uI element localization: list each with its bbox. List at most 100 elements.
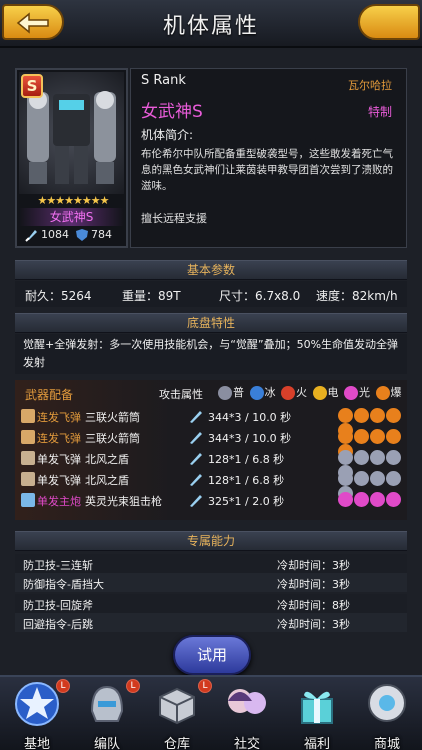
weapon-row[interactable]: 连发飞弹 三联火箭筒 344*3 / 10.0 秒 [15, 406, 407, 438]
normal-element-icon [370, 471, 385, 486]
ability-cooldown: 冷却时间：3秒 [277, 578, 350, 591]
sword-icon [190, 411, 202, 423]
nav-label: 基地 [23, 737, 50, 750]
ability-row: 防卫技-三连斩 冷却时间：3秒 [15, 554, 407, 573]
notification-badge: L [126, 679, 140, 693]
weapon-name: 北风之盾 [85, 474, 129, 487]
weapon-row[interactable]: 连发飞弹 三联火箭筒 344*3 / 10.0 秒 [15, 427, 407, 459]
missile-icon [21, 451, 35, 465]
sword-icon [190, 453, 202, 465]
attack-attribute-label: 攻击属性 [159, 388, 203, 401]
weapon-row[interactable]: 单发主炮 英灵光束狙击枪 325*1 / 2.0 秒 [15, 490, 407, 510]
explosive-element-icon [354, 408, 369, 423]
normal-element-icon [218, 386, 232, 400]
explosive-element-icon [375, 386, 390, 400]
legend-fire: 火 [281, 384, 307, 400]
weapon-name: 三联火箭筒 [85, 411, 140, 424]
legend-fire-label: 火 [296, 386, 307, 399]
attack-value: 1084 [41, 228, 69, 241]
weapon-type: 连发飞弹 [37, 411, 81, 424]
header-decoration [358, 4, 420, 40]
normal-element-icon [338, 471, 353, 486]
explosive-element-icon [370, 429, 385, 444]
weapon-stat: 128*1 / 6.8 秒 [208, 453, 285, 466]
weapons-panel[interactable]: 武器配备 攻击属性 普 冰 火 电 光 爆 连发飞弹 三联火箭筒 344*3 /… [15, 380, 407, 520]
light-element-icon [338, 492, 353, 507]
notification-badge: L [56, 679, 70, 693]
weapon-name: 三联火箭筒 [85, 432, 140, 445]
legend-light: 光 [344, 384, 370, 400]
ability-row: 防御指令-盾挡大 冷却时间：3秒 [15, 573, 407, 592]
missile-icon [21, 409, 35, 423]
normal-element-icon [386, 471, 401, 486]
ability-cooldown: 冷却时间：3秒 [277, 618, 350, 631]
defense-value: 784 [91, 228, 112, 241]
top-bar: 机体属性 [0, 0, 422, 48]
mech-specialty: 擅长远程支援 [141, 212, 207, 225]
light-element-icon [354, 492, 369, 507]
weight: 重量：89T [122, 289, 181, 303]
explosive-element-icon [386, 429, 401, 444]
ability-cooldown: 冷却时间：3秒 [277, 559, 350, 572]
weapon-type: 单发飞弹 [37, 453, 81, 466]
gift-icon [301, 691, 333, 724]
weapon-stat: 344*3 / 10.0 秒 [208, 432, 292, 445]
bottom-navigation: L 基地 L 编队 L 仓库 社交 福利 商城 [0, 675, 422, 750]
legend-normal-label: 普 [233, 386, 244, 399]
rank-badge: S [21, 74, 43, 98]
weapon-row[interactable]: 单发飞弹 北风之盾 128*1 / 6.8 秒 [15, 469, 407, 501]
mech-name: 女武神S [141, 102, 203, 122]
ability-name: 防卫技-三连斩 [23, 559, 93, 572]
legend-normal: 普 [218, 384, 244, 400]
sword-icon [190, 432, 202, 444]
weapon-type: 连发飞弹 [37, 432, 81, 445]
faction-label: 瓦尔哈拉 [348, 79, 392, 92]
electric-element-icon [312, 386, 327, 400]
weapon-type: 单发主炮 [37, 495, 81, 508]
normal-element-icon [354, 471, 369, 486]
sword-icon [25, 230, 37, 242]
exclusive-header: 专属能力 [15, 531, 407, 551]
weapon-name: 北风之盾 [85, 453, 129, 466]
ability-row: 回避指令-后跳 冷却时间：3秒 [15, 613, 407, 632]
light-element-icon [386, 492, 401, 507]
mech-card-name: 女武神S [19, 208, 124, 226]
legend-explosive-label: 爆 [390, 386, 402, 399]
explosive-element-icon [338, 408, 353, 423]
special-tag: 特制 [367, 105, 392, 119]
weapon-attributes [338, 492, 402, 507]
nav-label: 编队 [93, 737, 120, 750]
characters-icon [228, 689, 266, 714]
explosive-element-icon [354, 429, 369, 444]
legend-light-label: 光 [359, 386, 370, 399]
chassis-trait: 觉醒+全弹发射：多一次使用技能机会，与“觉醒”叠加；50%生命值发动全弹发射 [23, 338, 399, 369]
nav-warehouse[interactable]: L 仓库 [142, 677, 212, 750]
rank-text: S Rank [141, 73, 186, 88]
trial-button[interactable]: 试用 [173, 635, 251, 675]
nav-label: 仓库 [163, 737, 190, 750]
nav-base[interactable]: L 基地 [2, 677, 72, 750]
ability-row: 防卫技-回旋斧 冷却时间：8秒 [15, 594, 407, 613]
normal-element-icon [354, 450, 369, 465]
star-icon [15, 682, 59, 726]
mech-info-panel: S Rank 瓦尔哈拉 女武神S 特制 机体简介: 布伦希尔中队所配备重型破袭型… [130, 68, 407, 248]
attack-stat: 1084 [25, 228, 69, 242]
weapon-type: 单发飞弹 [37, 474, 81, 487]
weapons-title: 武器配备 [25, 388, 74, 402]
ability-cooldown: 冷却时间：8秒 [277, 599, 350, 612]
legend-electric-label: 电 [327, 386, 339, 399]
weapon-row[interactable]: 单发飞弹 北风之盾 128*1 / 6.8 秒 [15, 448, 407, 480]
nav-label: 社交 [233, 737, 260, 750]
nav-label: 商城 [373, 737, 400, 750]
crate-icon [159, 687, 195, 725]
size: 尺寸：6.7x8.0 [219, 289, 301, 303]
mech-card: S ★★★★★★★★ 女武神S 1084 784 [15, 68, 128, 248]
chassis-header: 底盘特性 [15, 313, 407, 333]
nav-team[interactable]: L 编队 [72, 677, 142, 750]
legend-explosive: 爆 [375, 384, 402, 400]
nav-social[interactable]: 社交 [212, 677, 282, 750]
durability: 耐久：5264 [25, 289, 92, 303]
nav-welfare[interactable]: 福利 [282, 677, 352, 750]
beam-rifle-icon [21, 493, 35, 507]
nav-shop[interactable]: 商城 [352, 677, 422, 750]
